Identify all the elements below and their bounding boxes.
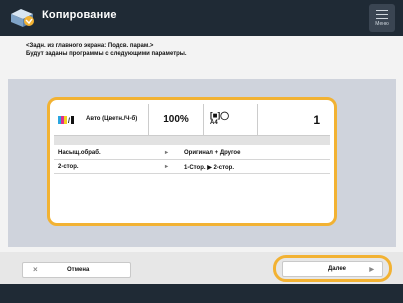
cancel-button[interactable]: × Отмена [22,262,131,278]
color-mode-text: Авто (Цветн./Ч-б) [86,116,138,122]
instruction-line-1: <Задн. из главного экрана: Подсв. парам.… [26,43,154,49]
arrow-right-icon: ▸ [165,150,169,156]
instructions-text: <Задн. из главного экрана: Подсв. парам.… [26,42,366,58]
summary-separator [54,136,330,145]
color-mode-icon: / [58,115,74,124]
zoom-value: 100% [163,114,189,125]
close-icon: × [33,265,38,274]
copies-cell: 1 [258,104,330,135]
setting-key: Насыщ.обраб. [58,150,101,156]
paper-source-icon: [■]◯ [210,111,230,120]
footer-strip [0,284,403,303]
copy-app-icon [11,9,34,27]
setting-key: 2-стор. [58,164,79,170]
setting-value: 1-Стор. ▶ 2-стор. [184,165,235,171]
menu-button[interactable]: Меню [369,4,395,32]
arrow-right-icon: ▸ [165,164,169,170]
menu-icon [376,9,388,19]
summary-row: / Авто (Цветн./Ч-б) 100% [■]◯ A4 1 [54,104,330,136]
app-title: Копирование [42,9,117,21]
paper-size: A4 [210,120,218,126]
instruction-line-2: Будут заданы программы с следующими пара… [26,51,187,57]
settings-row: 2-стор. ▸ 1-Стор. ▶ 2-стор. [54,160,330,174]
setting-value: Оригинал + Другое [184,150,241,156]
next-button[interactable]: Далее ▶ [282,261,383,277]
zoom-cell: 100% [149,104,204,135]
cancel-label: Отмена [67,267,90,273]
svg-text:/: / [68,118,70,124]
next-label: Далее [328,266,347,272]
color-mode-cell: / Авто (Цветн./Ч-б) [54,104,149,135]
menu-label: Меню [375,20,389,27]
paper-cell: [■]◯ A4 [204,104,258,135]
settings-row: Насыщ.обраб. ▸ Оригинал + Другое [54,146,330,160]
play-arrow-icon: ▶ [369,267,374,273]
copies-count: 1 [313,112,320,127]
settings-summary-panel: / Авто (Цветн./Ч-б) 100% [■]◯ A4 1 Насыщ… [47,97,337,226]
